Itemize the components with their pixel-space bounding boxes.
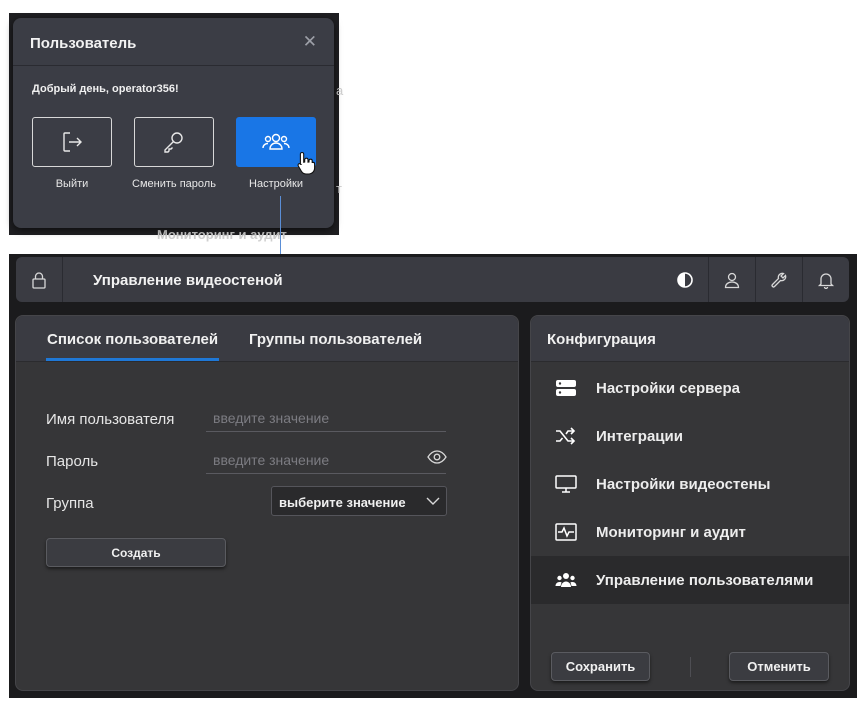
page-title: Управление видеостеной [93,272,283,289]
logout-label: Выйти [55,178,89,190]
active-tab-indicator [46,358,219,361]
config-item-label: Настройки видеостены [596,476,771,493]
top-bar: Управление видеостеной [16,257,849,302]
tab-user-groups[interactable]: Группы пользователей [249,331,422,348]
config-item-label: Управление пользователями [596,572,814,589]
app-window: Управление видеостеной Список пользовате… [9,254,857,698]
background-fragment: а [336,83,344,98]
config-item-server[interactable]: Настройки сервера [531,364,849,412]
users-icon [555,573,577,587]
password-input[interactable] [206,446,446,474]
config-item-monitoring[interactable]: Мониторинг и аудит [531,508,849,556]
change-password-button[interactable] [134,117,214,167]
lock-icon [32,271,46,289]
config-item-user-management[interactable]: Управление пользователями [531,556,849,604]
notifications-button[interactable] [802,257,849,302]
contrast-icon [676,271,693,288]
background-fragment: Мониторинг и аудит [157,227,287,242]
chevron-down-icon [426,497,440,505]
user-icon [724,272,740,288]
lock-button[interactable] [16,257,63,302]
logout-icon [63,132,82,152]
background-fragment: т [336,181,342,196]
config-item-integrations[interactable]: Интеграции [531,412,849,460]
activity-icon [555,523,577,541]
cancel-button[interactable]: Отменить [729,652,829,681]
config-header: Конфигурация [531,316,849,362]
connector-line [280,196,281,254]
users-icon [262,133,290,150]
config-item-label: Интеграции [596,428,683,445]
group-select-value: выберите значение [279,495,406,510]
logout-button[interactable] [32,117,112,167]
save-button[interactable]: Сохранить [551,652,650,681]
hand-cursor-icon [297,151,316,175]
username-input[interactable] [206,404,446,432]
footer-divider [690,657,691,677]
eye-icon[interactable] [427,450,447,464]
popup-header: Пользователь ✕ [13,18,334,66]
change-password-label: Сменить пароль [132,178,216,190]
theme-toggle-button[interactable] [661,257,708,302]
bell-icon [817,272,835,289]
wrench-icon [771,272,787,288]
config-item-videowall[interactable]: Настройки видеостены [531,460,849,508]
config-item-label: Настройки сервера [596,380,741,397]
group-select[interactable]: выберите значение [271,486,447,516]
key-icon [164,132,183,153]
shuffle-icon [556,427,576,445]
popup-title: Пользователь [30,35,137,52]
config-item-label: Мониторинг и аудит [596,524,746,541]
users-panel: Список пользователей Группы пользователе… [15,315,519,691]
tab-user-list[interactable]: Список пользователей [47,331,218,348]
settings-label: Настройки [249,178,303,190]
greeting-text: Добрый день, operator356! [32,83,179,95]
server-icon [556,380,576,396]
config-title: Конфигурация [547,331,656,348]
users-tabs: Список пользователей Группы пользователе… [16,316,518,362]
create-button[interactable]: Создать [46,538,226,567]
user-button[interactable] [708,257,755,302]
username-label: Имя пользователя [46,411,175,428]
user-popup: Пользователь ✕ Добрый день, operator356!… [13,18,334,228]
password-label: Пароль [46,453,99,470]
tools-button[interactable] [755,257,802,302]
monitor-icon [555,475,577,493]
close-icon[interactable]: ✕ [303,32,317,52]
config-panel: Конфигурация Настройки сервера Интеграци… [530,315,850,691]
group-label: Группа [46,495,94,512]
